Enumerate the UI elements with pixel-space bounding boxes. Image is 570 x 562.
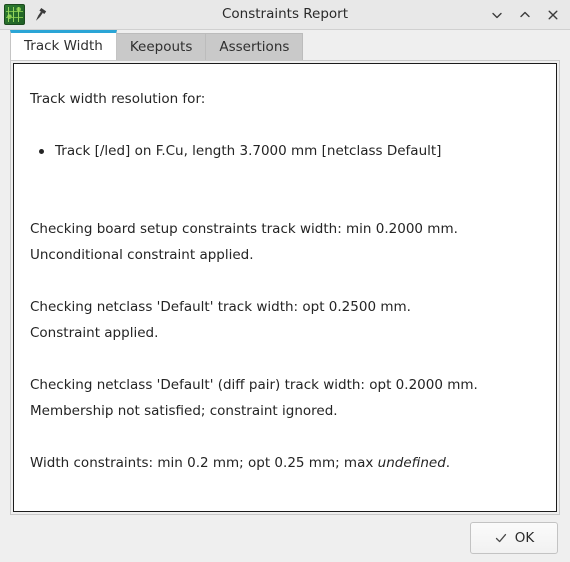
tab-bar: Track Width Keepouts Assertions [0,30,570,60]
bullet-dot-icon [39,149,44,154]
report-group1-line1: Checking board setup constraints track w… [30,221,458,237]
titlebar-left-icons [0,4,49,25]
kicad-pcb-icon [4,4,25,25]
report-panel[interactable]: Track width resolution for: Track [/led]… [13,63,557,512]
report-group2-line1: Checking netclass 'Default' track width:… [30,299,411,315]
dialog-button-bar: OK [0,515,570,561]
tab-assertions[interactable]: Assertions [206,33,304,60]
ok-button-label: OK [514,530,535,546]
report-heading: Track width resolution for: [30,91,206,107]
report-summary-italic: undefined [377,455,446,471]
report-group1-line2: Unconditional constraint applied. [30,247,254,263]
window-titlebar: Constraints Report [0,0,570,30]
report-group3-line1: Checking netclass 'Default' (diff pair) … [30,377,478,393]
report-summary: Width constraints: min 0.2 mm; opt 0.25 … [30,450,540,476]
tab-keepouts[interactable]: Keepouts [116,33,207,60]
report-bullet-item: Track [/led] on F.Cu, length 3.7000 mm [… [30,138,540,164]
report-text: Track width resolution for: Track [/led]… [30,86,540,476]
ok-button[interactable]: OK [470,522,558,554]
report-bullet-label: Track [/led] on F.Cu, length 3.7000 mm [… [55,143,442,159]
report-panel-frame: Track width resolution for: Track [/led]… [10,60,560,515]
close-button[interactable] [540,3,566,27]
maximize-button[interactable] [512,3,538,27]
minimize-button[interactable] [484,3,510,27]
window-controls [484,0,566,29]
report-group3-line2: Membership not satisfied; constraint ign… [30,403,338,419]
report-summary-suffix: . [445,455,451,471]
report-group2-line2: Constraint applied. [30,325,159,341]
report-summary-prefix: Width constraints: min 0.2 mm; opt 0.25 … [30,455,378,471]
tab-track-width[interactable]: Track Width [10,30,117,60]
check-icon [494,531,508,545]
pin-icon[interactable] [31,6,49,24]
